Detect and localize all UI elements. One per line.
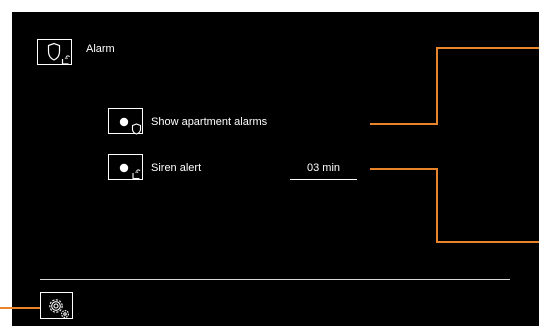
toggle-phone-icon (119, 163, 141, 180)
shield-phone-icon (47, 42, 70, 65)
show-apartment-alarms-toggle[interactable] (108, 108, 143, 135)
siren-alert-duration-field[interactable]: 03 min (290, 162, 357, 180)
alarm-menu-button[interactable] (37, 39, 72, 65)
footer-divider (40, 279, 510, 280)
page-title: Alarm (86, 43, 115, 55)
siren-alert-toggle[interactable] (108, 154, 143, 180)
settings-button[interactable] (40, 292, 73, 319)
siren-alert-label: Siren alert (151, 162, 202, 174)
show-apartment-alarms-label: Show apartment alarms (151, 116, 268, 128)
toggle-shield-icon (119, 117, 142, 135)
gear-settings-icon (49, 299, 69, 318)
stage: Alarm Show apartment alarms Siren alert … (0, 0, 539, 326)
alarm-settings-screen: Alarm Show apartment alarms Siren alert … (12, 12, 539, 326)
